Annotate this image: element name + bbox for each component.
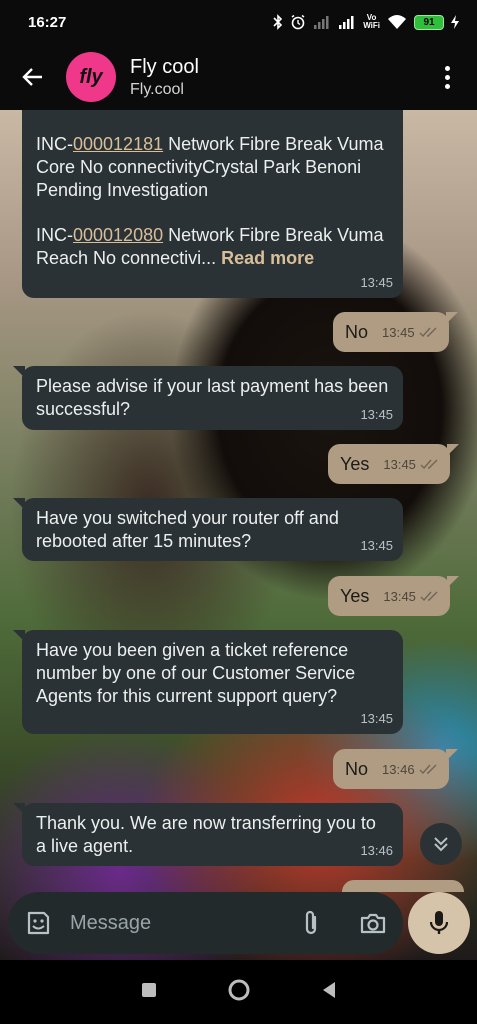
chat-header: fly Fly cool Fly.cool: [0, 44, 477, 110]
message-text: Have you switched your router off and re…: [36, 508, 339, 551]
paperclip-icon: [305, 910, 317, 935]
voice-message-button[interactable]: [408, 892, 470, 954]
message-outgoing-partial: [342, 880, 464, 892]
double-check-icon: [420, 459, 438, 470]
double-check-icon: [419, 327, 437, 338]
message-time: 13:45: [383, 588, 416, 604]
message-incoming[interactable]: INC-000012181 Network Fibre Break Vuma C…: [22, 110, 403, 298]
message-outgoing[interactable]: Yes 13:45: [328, 576, 459, 616]
message-time: 13:45: [360, 275, 393, 290]
more-vertical-icon: [444, 65, 450, 71]
message-time: 13:45: [383, 456, 416, 472]
message-incoming[interactable]: Have you switched your router off and re…: [13, 498, 403, 561]
attach-button[interactable]: [295, 907, 327, 939]
sticker-icon: [27, 911, 50, 935]
home-button[interactable]: [227, 978, 251, 1007]
wifi-calling-label: WiFi: [363, 21, 380, 30]
back-button[interactable]: [18, 62, 48, 92]
message-text: Have you been given a ticket reference n…: [36, 640, 356, 706]
charging-icon: [451, 15, 459, 29]
sticker-button[interactable]: [22, 907, 54, 939]
message-time: 13:45: [360, 538, 393, 553]
more-options-button[interactable]: [437, 62, 457, 92]
wifi-icon: [387, 14, 407, 30]
message-text: Yes: [340, 453, 370, 474]
read-more-link[interactable]: Read more: [221, 248, 314, 268]
message-time: 13:46: [360, 843, 393, 858]
scroll-to-bottom-button[interactable]: [420, 823, 462, 865]
alarm-icon: [290, 14, 306, 30]
volte-icon: Vo WiFi: [363, 14, 380, 30]
recents-button[interactable]: [141, 982, 157, 1003]
signal-sim1-icon: [338, 15, 356, 29]
message-text: Yes: [340, 585, 370, 606]
triangle-back-icon: [322, 981, 335, 998]
message-text: Please advise if your last payment has b…: [36, 376, 389, 419]
contact-subtitle: Fly.cool: [130, 80, 184, 98]
contact-info[interactable]: Fly cool Fly.cool: [130, 56, 199, 99]
camera-icon: [360, 913, 386, 934]
arrow-left-icon: [22, 68, 42, 86]
status-time: 16:27: [28, 13, 67, 31]
message-text: No: [345, 321, 369, 342]
message-composer: [8, 892, 403, 954]
chevron-double-down-icon: [434, 837, 448, 852]
message-text: No: [345, 758, 369, 779]
message-time: 13:45: [360, 711, 393, 726]
battery-level: 91: [423, 16, 435, 28]
message-input[interactable]: [70, 911, 270, 935]
message-outgoing[interactable]: No 13:46: [333, 749, 458, 789]
message-incoming[interactable]: Have you been given a ticket reference n…: [13, 630, 403, 734]
message-time: 13:45: [382, 324, 415, 340]
avatar-logo-text: fly: [79, 65, 103, 88]
bluetooth-icon: [273, 14, 283, 30]
contact-name: Fly cool: [130, 55, 199, 78]
message-text: Thank you. We are now transferring you t…: [36, 813, 376, 856]
circle-icon: [228, 979, 249, 1000]
status-bar: 16:27 Vo WiFi 91: [0, 0, 477, 44]
ticket-link[interactable]: 000012181: [73, 134, 163, 154]
message-incoming[interactable]: Please advise if your last payment has b…: [13, 366, 403, 430]
message-incoming[interactable]: Thank you. We are now transferring you t…: [13, 803, 403, 866]
system-nav-bar: [0, 960, 477, 1024]
message-time: 13:45: [360, 407, 393, 422]
back-nav-button[interactable]: [321, 981, 337, 1004]
signal-sim2-icon: [313, 15, 331, 29]
message-time: 13:46: [382, 761, 415, 777]
message-outgoing[interactable]: Yes 13:45: [328, 444, 459, 484]
message-text: INC-000012181 Network Fibre Break Vuma C…: [36, 134, 384, 268]
message-outgoing[interactable]: No 13:45: [333, 312, 458, 352]
mic-icon: [429, 911, 449, 934]
double-check-icon: [420, 591, 438, 602]
camera-button[interactable]: [357, 907, 389, 939]
square-icon: [141, 982, 156, 997]
battery-icon: 91: [414, 14, 444, 30]
double-check-icon: [419, 764, 437, 775]
ticket-link[interactable]: 000012080: [73, 225, 163, 245]
avatar[interactable]: fly: [66, 52, 116, 102]
